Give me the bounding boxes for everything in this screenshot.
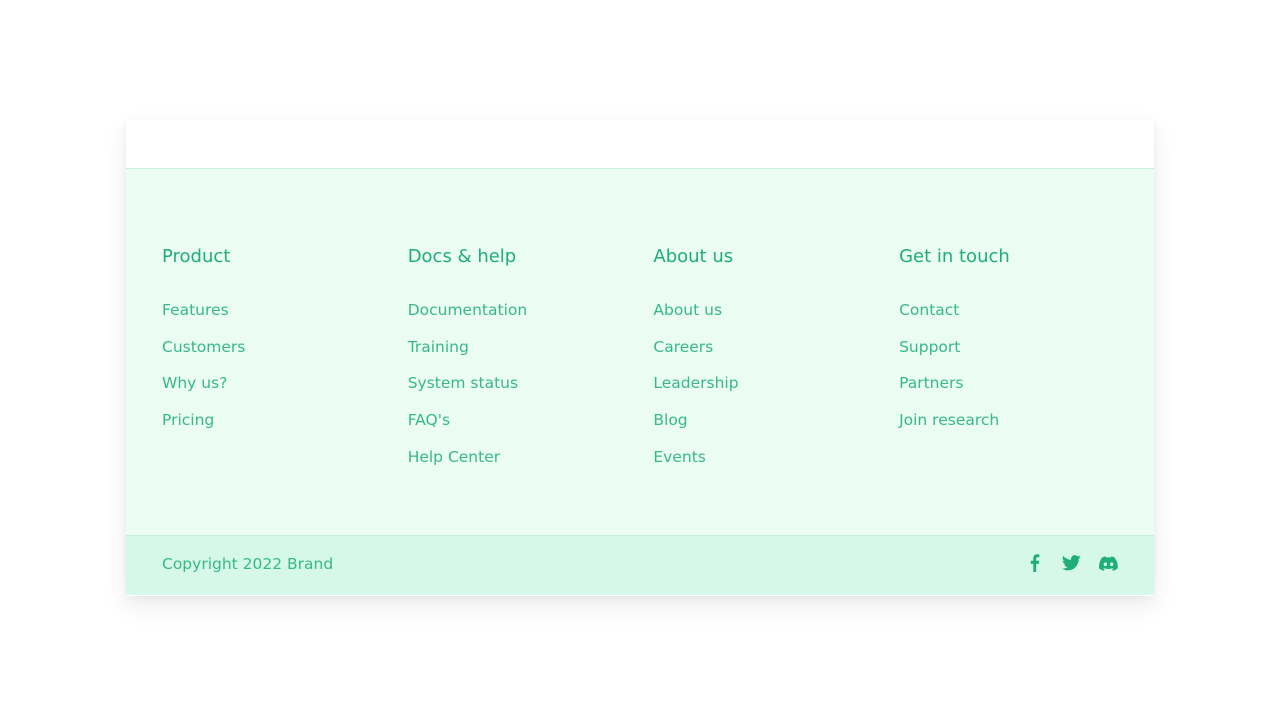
footer-column-docs-help: Docs & help Documentation Training Syste… xyxy=(408,245,654,482)
footer-card: Product Features Customers Why us? Prici… xyxy=(126,120,1154,596)
footer-link-about-us[interactable]: About us xyxy=(653,301,722,319)
footer-link-training[interactable]: Training xyxy=(408,338,469,356)
footer-link-system-status[interactable]: System status xyxy=(408,374,518,392)
twitter-icon[interactable] xyxy=(1061,553,1081,573)
footer-link-partners[interactable]: Partners xyxy=(899,374,963,392)
column-title: Product xyxy=(162,246,231,267)
footer-link-why-us[interactable]: Why us? xyxy=(162,374,227,392)
footer-column-about-us: About us About us Careers Leadership Blo… xyxy=(653,245,899,482)
footer-link-blog[interactable]: Blog xyxy=(653,411,687,429)
column-links: Contact Support Partners Join research xyxy=(899,299,1145,446)
footer-link-pricing[interactable]: Pricing xyxy=(162,411,214,429)
footer-columns: Product Features Customers Why us? Prici… xyxy=(162,245,1145,482)
footer-column-get-in-touch: Get in touch Contact Support Partners Jo… xyxy=(899,245,1145,482)
column-title: About us xyxy=(653,246,734,267)
copyright-text: Copyright 2022 Brand xyxy=(162,555,334,573)
footer-column-product: Product Features Customers Why us? Prici… xyxy=(162,245,408,482)
footer-link-documentation[interactable]: Documentation xyxy=(408,301,528,319)
footer-links-section: Product Features Customers Why us? Prici… xyxy=(126,169,1154,536)
discord-icon[interactable] xyxy=(1098,553,1118,573)
column-title: Docs & help xyxy=(407,246,517,267)
footer-link-careers[interactable]: Careers xyxy=(653,338,713,356)
column-links: Features Customers Why us? Pricing xyxy=(162,299,408,446)
footer-link-support[interactable]: Support xyxy=(899,338,960,356)
footer-link-events[interactable]: Events xyxy=(653,448,705,466)
footer-link-leadership[interactable]: Leadership xyxy=(653,374,738,392)
footer-bottom-bar: Copyright 2022 Brand xyxy=(126,536,1154,595)
column-links: About us Careers Leadership Blog Events xyxy=(653,299,899,482)
social-links xyxy=(1024,553,1118,573)
card-top-area xyxy=(126,120,1154,169)
footer-link-customers[interactable]: Customers xyxy=(162,338,245,356)
footer-link-faqs[interactable]: FAQ's xyxy=(408,411,450,429)
column-title: Get in touch xyxy=(899,246,1010,267)
footer-link-help-center[interactable]: Help Center xyxy=(408,448,500,466)
facebook-icon[interactable] xyxy=(1024,553,1044,573)
column-links: Documentation Training System status FAQ… xyxy=(408,299,654,482)
footer-link-join-research[interactable]: Join research xyxy=(899,411,999,429)
footer-link-contact[interactable]: Contact xyxy=(899,301,959,319)
footer-link-features[interactable]: Features xyxy=(162,301,229,319)
